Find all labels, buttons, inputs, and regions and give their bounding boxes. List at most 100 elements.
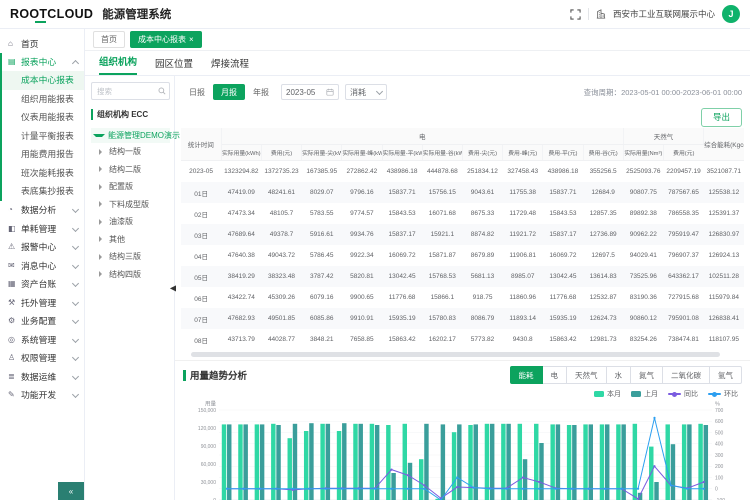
- sidebar-item-11[interactable]: ≣数据运维: [0, 367, 84, 386]
- svg-text:90,000: 90,000: [201, 444, 217, 450]
- trend-tab-2[interactable]: 天然气: [566, 366, 607, 384]
- energy-table: 统计时间电天然气综合能耗(Kgce)实际用量(kWh)费用(元)实际用量-尖(k…: [181, 128, 744, 350]
- table-cell: 3787.42: [302, 266, 342, 287]
- scrollbar-thumb[interactable]: [191, 352, 720, 357]
- tab-2[interactable]: 焊接流程: [211, 56, 249, 75]
- sidebar-item-3[interactable]: ◧单耗管理: [0, 219, 84, 238]
- sidebar-item-12[interactable]: ✎功能开发: [0, 386, 84, 405]
- tree-node-label: 结构四版: [109, 269, 141, 280]
- sidebar-item-7[interactable]: ⚒托外管理: [0, 293, 84, 312]
- table-column-header: 实际用量-谷(kWh): [422, 145, 462, 161]
- table-cell: 49501.85: [261, 308, 301, 329]
- close-icon[interactable]: ×: [189, 36, 194, 44]
- sidebar-subitem-1[interactable]: 组织用能报表: [2, 90, 84, 109]
- table-cell: 115979.84: [704, 287, 744, 308]
- sidebar-subitem-6[interactable]: 表底集抄报表: [2, 182, 84, 201]
- caret-right-icon: [99, 184, 106, 190]
- breadcrumb-tag-home[interactable]: 首页: [93, 31, 125, 48]
- trend-tab-3[interactable]: 水: [606, 366, 632, 384]
- table-cell: 118107.95: [704, 329, 744, 350]
- period-button-1[interactable]: 月报: [213, 84, 245, 100]
- trend-tab-1[interactable]: 电: [542, 366, 568, 384]
- tree-node-6[interactable]: 结构三版: [91, 248, 170, 266]
- table-cell: 16069.72: [543, 245, 583, 266]
- search-input[interactable]: [95, 86, 156, 97]
- trend-tab-5[interactable]: 二氧化碳: [662, 366, 710, 384]
- sidebar-item-10[interactable]: ♙权限管理: [0, 349, 84, 368]
- org-tree-panel: 组织机构 ECC 能源管理DEMO演示 结构一版结构二版配置版下料成型版油漆版其…: [85, 76, 175, 500]
- chevron-down-icon: [72, 373, 79, 380]
- period-button-2[interactable]: 年报: [247, 84, 275, 100]
- fullscreen-icon[interactable]: [570, 9, 581, 20]
- home-icon: ⌂: [8, 39, 19, 48]
- panel-collapse-handle[interactable]: ◀: [170, 284, 176, 293]
- table-cell: 7658.85: [342, 329, 382, 350]
- date-picker[interactable]: 2023-05: [281, 84, 339, 100]
- sidebar-item-6[interactable]: ▦资产台账: [0, 275, 84, 294]
- sidebar-subitem-4[interactable]: 用能费用报告: [2, 145, 84, 164]
- table-cell: 11860.96: [503, 287, 543, 308]
- legend-item-0[interactable]: 本月: [594, 389, 621, 399]
- table-cell: 94029.41: [623, 245, 663, 266]
- legend-label: 上月: [644, 389, 658, 399]
- sidebar-item-4[interactable]: ⚠报警中心: [0, 238, 84, 257]
- svg-text:150,000: 150,000: [198, 408, 216, 414]
- tree-node-1[interactable]: 结构二版: [91, 161, 170, 179]
- table-cell: 12857.35: [583, 203, 623, 224]
- sidebar-item-1[interactable]: ▤报表中心: [2, 53, 84, 72]
- trend-tab-4[interactable]: 氮气: [630, 366, 663, 384]
- sidebar-subitem-2[interactable]: 仪表用能报表: [2, 108, 84, 127]
- sidebar-item-0[interactable]: ⌂首页: [0, 34, 84, 53]
- table-cell: 47419.09: [221, 182, 261, 203]
- table-row: 05日38419.2938323.483787.425820.8113042.4…: [181, 266, 744, 287]
- tree-header: 组织机构 ECC: [91, 109, 170, 120]
- sidebar-item-8[interactable]: ⚙业务配置: [0, 312, 84, 331]
- table-cell: 47689.64: [221, 224, 261, 245]
- tree-node-2[interactable]: 配置版: [91, 178, 170, 196]
- message-icon: ✉: [8, 261, 19, 270]
- period-button-0[interactable]: 日报: [183, 84, 211, 100]
- metric-select[interactable]: 消耗: [345, 84, 387, 100]
- sidebar-subitem-0[interactable]: 成本中心报表: [2, 71, 84, 90]
- table-cell: 15837.17: [382, 224, 422, 245]
- tab-1[interactable]: 园区位置: [155, 56, 193, 75]
- legend-item-2[interactable]: 同比: [668, 389, 698, 399]
- tree-search: [91, 82, 170, 100]
- table-cell: 9934.76: [342, 224, 382, 245]
- sidebar-item-9[interactable]: ◎系统管理: [0, 330, 84, 349]
- tree-node-5[interactable]: 其他: [91, 231, 170, 249]
- table-cell: 15921.1: [422, 224, 462, 245]
- sidebar-item-2[interactable]: ◔数据分析: [0, 201, 84, 220]
- table-cell: 12981.73: [583, 329, 623, 350]
- export-button[interactable]: 导出: [701, 108, 742, 127]
- legend-item-3[interactable]: 环比: [708, 389, 738, 399]
- tab-0[interactable]: 组织机构: [99, 54, 137, 75]
- table-cell: 2023-05: [181, 161, 221, 183]
- search-icon[interactable]: [158, 87, 166, 95]
- avatar[interactable]: J: [722, 5, 740, 23]
- tree-node-3[interactable]: 下料成型版: [91, 196, 170, 214]
- app-title: 能源管理系统: [102, 6, 171, 22]
- chevron-down-icon: [376, 87, 383, 94]
- sidebar-collapse-button[interactable]: «: [58, 482, 84, 500]
- sidebar-subitem-5[interactable]: 班次能耗报表: [2, 164, 84, 183]
- legend-item-1[interactable]: 上月: [631, 389, 658, 399]
- tree-root-node[interactable]: 能源管理DEMO演示: [91, 128, 170, 143]
- table-cell: 796907.37: [663, 245, 703, 266]
- org-name[interactable]: 西安市工业互联网展示中心: [613, 8, 715, 20]
- sidebar-subitem-3[interactable]: 计量平衡报表: [2, 127, 84, 146]
- sidebar-item-5[interactable]: ✉消息中心: [0, 256, 84, 275]
- tree-node-4[interactable]: 油漆版: [91, 213, 170, 231]
- tree-list: 结构一版结构二版配置版下料成型版油漆版其他结构三版结构四版: [91, 143, 170, 283]
- chevron-down-icon: [72, 225, 79, 232]
- trend-chart[interactable]: -1000100200300400500600700030,00060,0009…: [183, 400, 742, 500]
- table-cell: 13042.45: [382, 266, 422, 287]
- table-cell: 15756.15: [422, 182, 462, 203]
- top-header: ROOTCLOUD 能源管理系统 西安市工业互联网展示中心 J: [0, 0, 750, 29]
- tree-node-0[interactable]: 结构一版: [91, 143, 170, 161]
- trend-tab-6[interactable]: 氩气: [709, 366, 742, 384]
- table-cell: 327458.43: [503, 161, 543, 183]
- trend-tab-0[interactable]: 能耗: [510, 366, 543, 384]
- breadcrumb-tag-active[interactable]: 成本中心报表 ×: [130, 31, 202, 48]
- tree-node-7[interactable]: 结构四版: [91, 266, 170, 284]
